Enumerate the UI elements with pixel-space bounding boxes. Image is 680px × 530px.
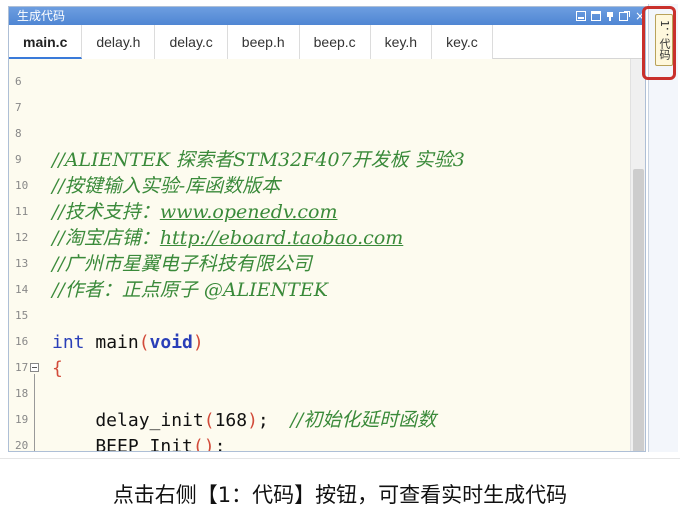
keyword: void (149, 332, 193, 353)
brace: { (52, 358, 63, 379)
line-number: 11 (15, 205, 29, 218)
highlight-box (642, 6, 676, 80)
code-line-20: BEEP_Init(); (52, 433, 226, 452)
line-number: 20 (15, 439, 29, 452)
comment: //初始化延时函数 (290, 409, 437, 431)
comment: //技术支持： (52, 201, 160, 223)
tab-key-h[interactable]: key.h (370, 25, 433, 59)
code-line-11: //技术支持：www.openedv.com (52, 199, 338, 225)
line-number: 18 (15, 387, 29, 400)
fold-guide (34, 374, 35, 451)
comment: //作者：正点原子 @ALIENTEK (52, 279, 328, 301)
restore-icon[interactable] (576, 11, 586, 21)
line-number: 7 (15, 101, 22, 114)
paren: ) (192, 332, 204, 353)
code-line-13: //广州市星翼电子科技有限公司 (52, 251, 312, 277)
comment: //淘宝店铺： (52, 227, 160, 249)
fold-toggle-icon[interactable] (30, 363, 39, 372)
comment: //按键输入实验-库函数版本 (52, 175, 281, 197)
code-line-10: //按键输入实验-库函数版本 (52, 173, 280, 199)
line-number-gutter: 6 7 8 9 10 11 12 13 14 15 16 17 18 19 20 (9, 59, 47, 452)
instruction-caption: 点击右侧【1：代码】按钮，可查看实时生成代码 (0, 458, 680, 530)
support-link[interactable]: www.openedv.com (160, 201, 338, 223)
comment: //ALIENTEK 探索者STM32F407开发板 实验3 (52, 149, 465, 171)
line-number: 10 (15, 179, 29, 192)
maximize-icon[interactable] (591, 11, 601, 21)
keyword: int (52, 332, 85, 353)
line-number: 6 (15, 75, 22, 88)
paren: ) (247, 410, 258, 431)
line-number: 14 (15, 283, 29, 296)
tab-beep-h[interactable]: beep.h (227, 25, 300, 59)
identifier: delay_init (52, 410, 204, 431)
line-number: 19 (15, 413, 29, 426)
line-number: 15 (15, 309, 29, 322)
number: 168 (214, 410, 248, 431)
code-line-12: //淘宝店铺：http://eboard.taobao.com (52, 225, 403, 251)
tab-key-c[interactable]: key.c (432, 25, 493, 59)
comment: //广州市星翼电子科技有限公司 (52, 253, 312, 275)
window-controls: × (576, 7, 645, 25)
tab-delay-c[interactable]: delay.c (155, 25, 228, 59)
paren: () (192, 436, 215, 452)
punctuation: ; (214, 436, 226, 452)
tab-main-c[interactable]: main.c (9, 25, 83, 59)
line-number: 16 (15, 335, 29, 348)
code-line-16: int main(void) (52, 329, 204, 355)
identifier: main (84, 332, 139, 353)
code-line-19: delay_init(168); //初始化延时函数 (52, 407, 436, 433)
scrollbar-thumb[interactable] (633, 169, 644, 451)
paren: ( (138, 332, 150, 353)
shop-link[interactable]: http://eboard.taobao.com (160, 227, 403, 249)
line-number: 9 (15, 153, 22, 166)
float-icon[interactable] (619, 11, 630, 21)
file-tabs: main.c delay.h delay.c beep.h beep.c key… (9, 25, 645, 59)
line-number: 12 (15, 231, 29, 244)
identifier: BEEP_Init (52, 436, 193, 452)
code-text[interactable]: //ALIENTEK 探索者STM32F407开发板 实验3 //按键输入实验-… (47, 59, 629, 452)
paren: ( (203, 410, 215, 431)
panel-titlebar: 生成代码 × (9, 7, 645, 25)
code-line-14: //作者：正点原子 @ALIENTEK (52, 277, 328, 303)
punctuation: ; (257, 410, 291, 431)
line-number: 13 (15, 257, 29, 270)
code-editor[interactable]: 6 7 8 9 10 11 12 13 14 15 16 17 18 19 20… (9, 59, 645, 452)
code-line-17: { (52, 355, 63, 381)
pin-icon[interactable] (606, 11, 614, 21)
tab-beep-c[interactable]: beep.c (299, 25, 371, 59)
code-panel: 生成代码 × main.c delay.h delay.c beep.h bee… (8, 6, 646, 452)
line-number: 8 (15, 127, 22, 140)
panel-title: 生成代码 (17, 9, 66, 23)
code-line-9: //ALIENTEK 探索者STM32F407开发板 实验3 (52, 147, 465, 173)
tab-delay-h[interactable]: delay.h (82, 25, 156, 59)
line-number: 17 (15, 361, 29, 374)
vertical-scrollbar[interactable] (630, 59, 645, 451)
